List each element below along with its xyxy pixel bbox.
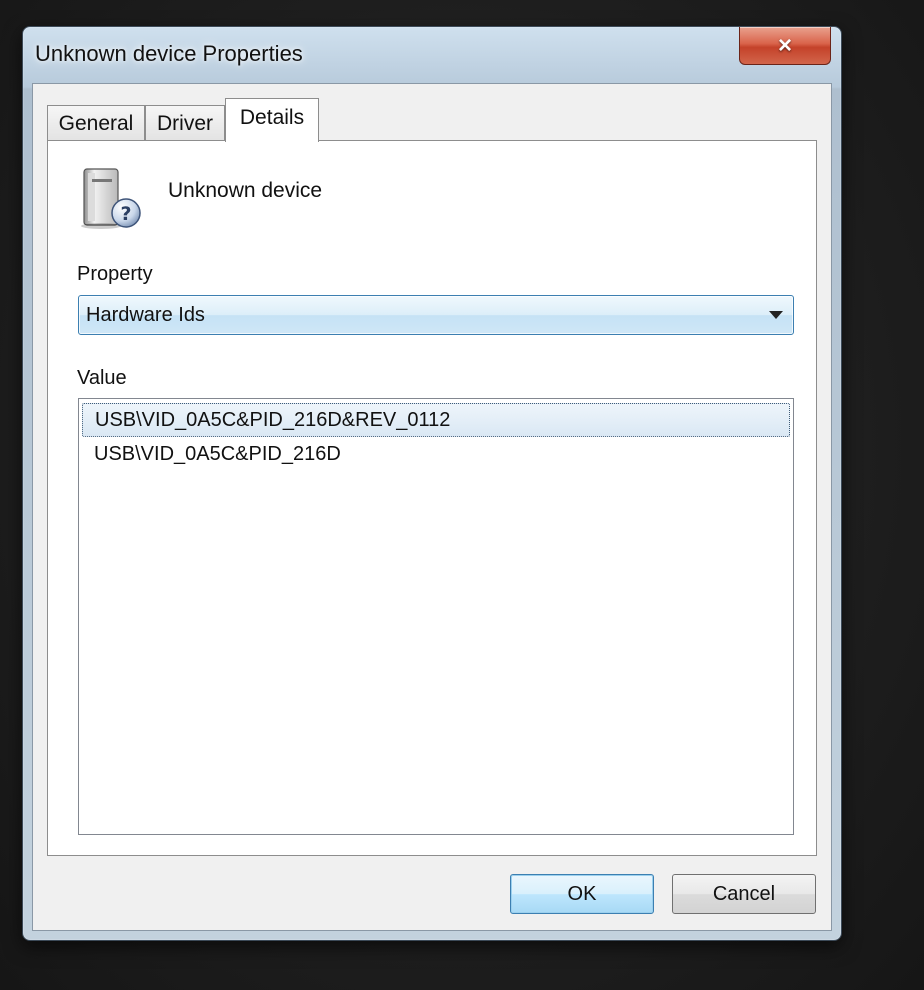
value-label: Value [77, 367, 127, 389]
tab-general[interactable]: General [47, 105, 145, 141]
device-name: Unknown device [168, 179, 323, 202]
dialog-client-area: General Driver Details ? Unknown device … [32, 83, 832, 931]
close-icon: × [777, 31, 792, 59]
list-item[interactable]: USB\VID_0A5C&PID_216D [82, 438, 790, 472]
cancel-button[interactable]: Cancel [672, 874, 816, 914]
unknown-device-icon: ? [81, 168, 141, 229]
list-item[interactable]: USB\VID_0A5C&PID_216D&REV_0112 [82, 403, 790, 437]
title-bar[interactable]: Unknown device Properties × [23, 27, 841, 81]
tab-general-label: General [58, 111, 134, 135]
property-selected-value: Hardware Ids [86, 304, 205, 326]
ok-button-label: OK [567, 882, 597, 905]
window-title: Unknown device Properties [35, 41, 303, 66]
tab-driver-label: Driver [157, 111, 213, 135]
cancel-button-label: Cancel [712, 882, 776, 905]
value-listbox[interactable]: USB\VID_0A5C&PID_216D&REV_0112 USB\VID_0… [78, 398, 794, 835]
details-tab-page: ? Unknown device Property Hardware Ids V… [47, 140, 817, 856]
svg-text:?: ? [120, 203, 131, 225]
properties-window: Unknown device Properties × General Driv… [22, 26, 842, 941]
tab-driver[interactable]: Driver [145, 105, 225, 141]
ok-button[interactable]: OK [510, 874, 654, 914]
property-label: Property [77, 263, 153, 285]
tab-details-label: Details [239, 106, 305, 129]
chevron-down-icon [769, 311, 783, 319]
close-button[interactable]: × [739, 27, 831, 65]
tab-details[interactable]: Details [225, 98, 319, 142]
property-dropdown[interactable]: Hardware Ids [78, 295, 794, 335]
